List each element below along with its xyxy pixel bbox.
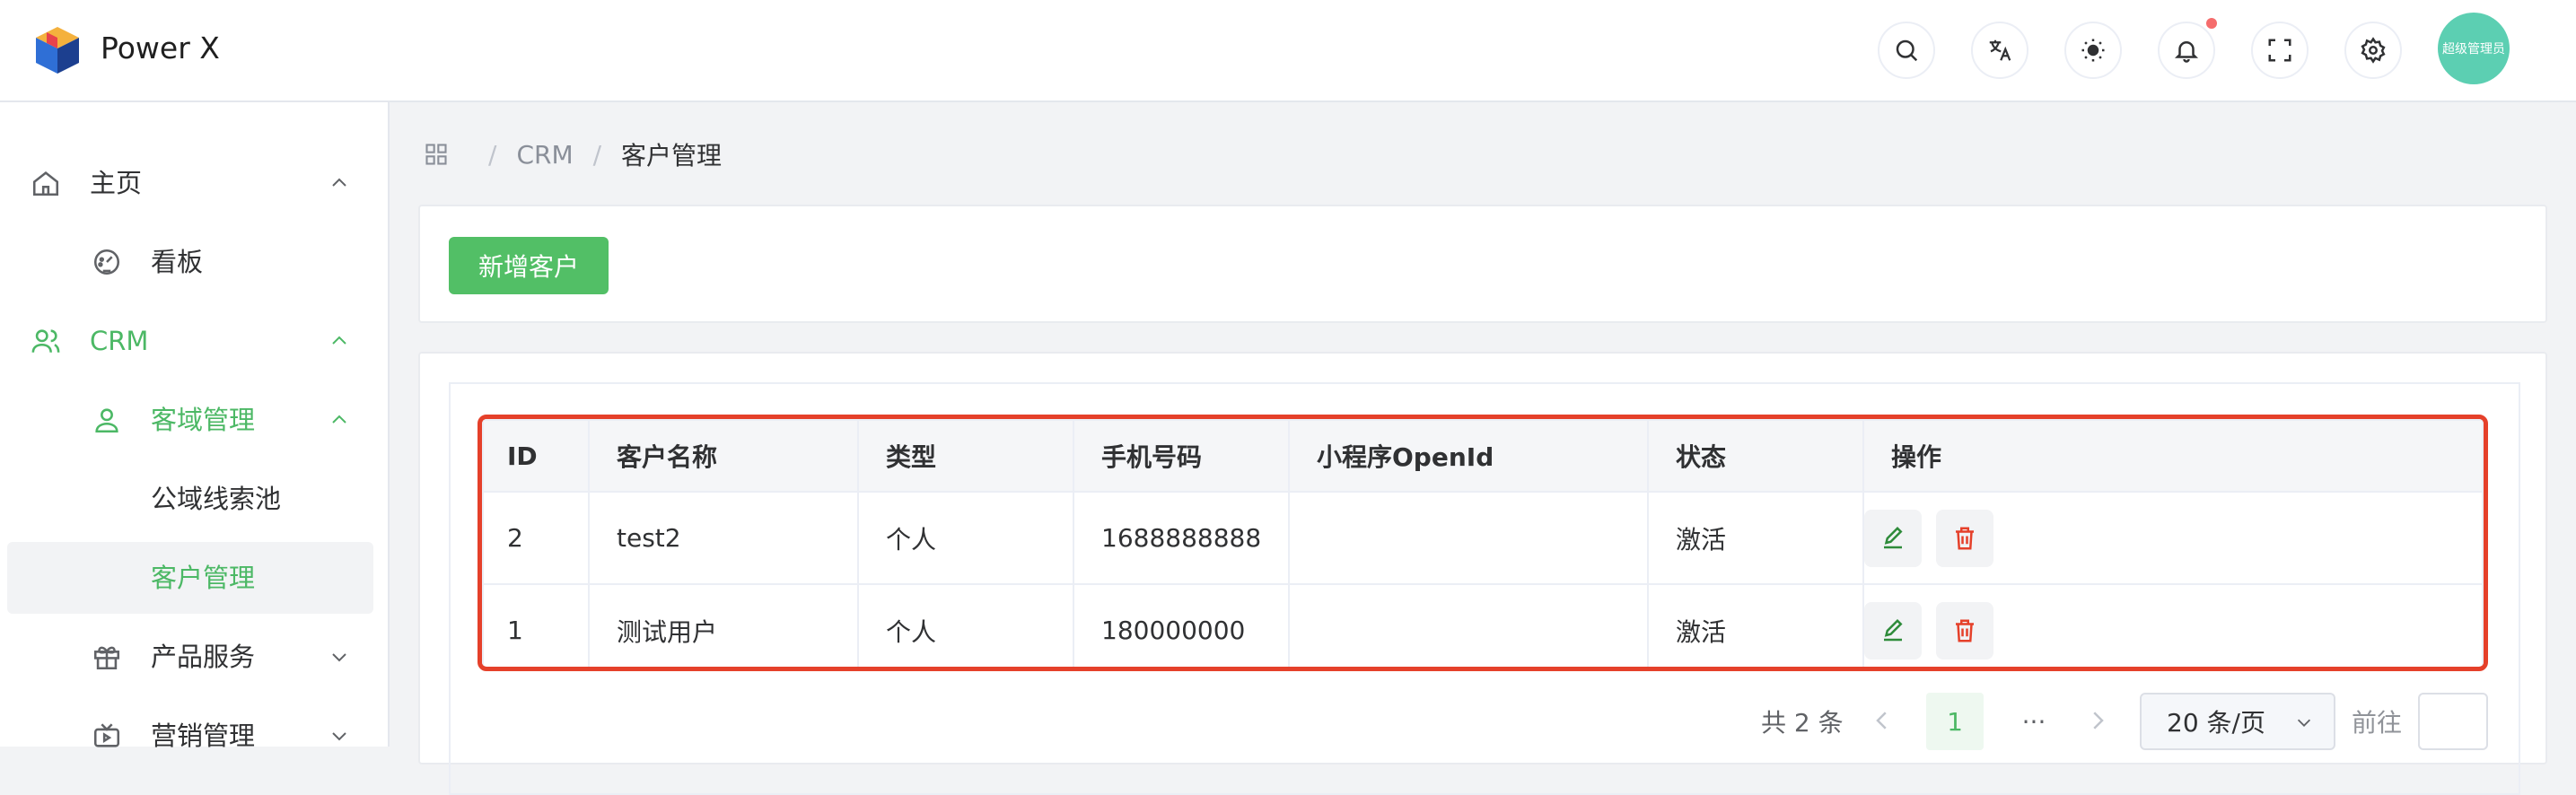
sidebar-item-label: 看板: [151, 247, 204, 277]
column-header-status[interactable]: 状态: [1647, 419, 1864, 493]
pagination-total: 共 2 条: [1761, 708, 1844, 738]
cell-actions: [1862, 491, 2484, 585]
cell-name: test2: [588, 491, 859, 585]
chevron-left-icon[interactable]: [1869, 707, 1896, 734]
column-header-actions: 操作: [1862, 419, 2484, 493]
chevron-down-icon: [329, 646, 350, 668]
sidebar-item-label: 客户管理: [151, 563, 256, 593]
theme-toggle[interactable]: [2064, 22, 2122, 79]
home-icon: [31, 168, 61, 198]
app-title: Power X: [101, 31, 220, 66]
sidebar-item-label: 产品服务: [151, 642, 256, 672]
toolbar-card: 新增客户: [418, 205, 2547, 323]
cell-type: 个人: [857, 491, 1074, 585]
cell-openid: [1288, 583, 1649, 667]
chevron-up-icon: [329, 409, 350, 431]
fullscreen-button[interactable]: [2251, 22, 2309, 79]
column-header-type[interactable]: 类型: [857, 419, 1074, 493]
chevron-down-icon: [329, 725, 350, 747]
sidebar-item-home[interactable]: 主页: [7, 147, 373, 219]
trash-icon: [1956, 619, 1974, 642]
customer-table: ID 客户名称 类型 手机号码 小程序OpenId 状态 操作 2 test2 …: [478, 415, 2488, 671]
delete-button[interactable]: [1936, 601, 1993, 660]
sidebar-item-crm[interactable]: CRM: [7, 305, 373, 377]
sidebar-item-label: CRM: [90, 326, 149, 356]
sidebar-item-label: 主页: [90, 168, 143, 198]
sidebar-item-label: 客域管理: [151, 405, 256, 435]
search-icon: [1896, 39, 1918, 62]
column-header-phone[interactable]: 手机号码: [1073, 419, 1290, 493]
gift-icon: [92, 642, 122, 672]
trash-icon: [1956, 527, 1974, 549]
user-icon: [92, 405, 122, 435]
edit-icon: [1884, 526, 1903, 548]
cell-status: 激活: [1647, 583, 1864, 667]
notification-button[interactable]: [2158, 22, 2215, 79]
cell-phone: 180000000: [1073, 583, 1290, 667]
chevron-right-icon[interactable]: [2084, 707, 2111, 734]
translate-icon: [1989, 39, 2011, 61]
cell-openid: [1288, 491, 1649, 585]
table-row[interactable]: 1 测试用户 个人 180000000 激活: [482, 583, 2484, 667]
edit-button[interactable]: [1865, 509, 1922, 567]
users-icon: [31, 326, 61, 356]
chevron-up-icon: [329, 330, 350, 352]
sidebar-item-dashboard[interactable]: 看板: [7, 226, 373, 298]
avatar[interactable]: 超级管理员: [2438, 13, 2510, 84]
theme-icon: [2081, 39, 2105, 62]
page-size-value: 20 条/页: [2167, 708, 2265, 738]
breadcrumb-separator: /: [592, 139, 602, 170]
edit-button[interactable]: [1865, 601, 1922, 660]
edit-icon: [1884, 618, 1903, 641]
sidebar-item-products[interactable]: 产品服务: [7, 621, 373, 693]
settings-icon: [2361, 37, 2386, 64]
cell-actions: [1862, 583, 2484, 667]
goto-label: 前往: [2352, 708, 2403, 738]
dashboard-icon: [92, 247, 122, 277]
column-header-openid[interactable]: 小程序OpenId: [1288, 419, 1649, 493]
logo-icon[interactable]: [31, 23, 84, 77]
chevron-up-icon: [329, 172, 350, 194]
page-size-select[interactable]: 20 条/页: [2140, 693, 2335, 750]
pagination-page-current[interactable]: 1: [1926, 693, 1984, 750]
breadcrumb-item-current: 客户管理: [621, 141, 723, 170]
top-header: Power X 超级管理员: [0, 0, 2576, 102]
language-button[interactable]: [1971, 22, 2028, 79]
cell-id: 2: [482, 491, 590, 585]
column-header-name[interactable]: 客户名称: [588, 419, 859, 493]
sidebar-item-label: 公域线索池: [151, 484, 282, 514]
search-button[interactable]: [1878, 22, 1935, 79]
sidebar-item-customer-domain[interactable]: 客域管理: [7, 384, 373, 456]
add-customer-button[interactable]: 新增客户: [449, 237, 609, 294]
sidebar-item-public-leads[interactable]: 公域线索池: [7, 463, 373, 535]
cell-phone: 1688888888: [1073, 491, 1290, 585]
settings-button[interactable]: [2344, 22, 2402, 79]
bell-icon: [2174, 41, 2199, 63]
column-header-id[interactable]: ID: [482, 419, 590, 493]
sidebar-item-label: 营销管理: [151, 721, 256, 751]
cell-status: 激活: [1647, 491, 1864, 585]
cell-name: 测试用户: [588, 583, 859, 667]
table-row[interactable]: 2 test2 个人 1688888888 激活: [482, 491, 2484, 585]
pagination-more[interactable]: ···: [2005, 693, 2063, 750]
breadcrumb-separator: /: [488, 139, 497, 170]
cell-id: 1: [482, 583, 590, 667]
grid-icon[interactable]: [424, 142, 449, 167]
sidebar-item-customer-management[interactable]: 客户管理: [7, 542, 373, 614]
breadcrumb: / CRM / 客户管理: [424, 135, 722, 174]
sidebar-item-marketing[interactable]: 营销管理: [7, 700, 373, 772]
goto-page-input[interactable]: [2418, 693, 2488, 750]
fullscreen-icon: [2268, 39, 2291, 62]
cell-type: 个人: [857, 583, 1074, 667]
breadcrumb-item-crm[interactable]: CRM: [516, 140, 573, 170]
notification-badge: [2206, 18, 2217, 29]
chevron-down-icon: [2297, 719, 2311, 727]
delete-button[interactable]: [1936, 509, 1993, 567]
sidebar: 主页 看板 CRM 客域管理 公域线索池 客户管理 产品服务 营销管理: [0, 102, 390, 751]
table-header-row: ID 客户名称 类型 手机号码 小程序OpenId 状态 操作: [482, 419, 2484, 493]
